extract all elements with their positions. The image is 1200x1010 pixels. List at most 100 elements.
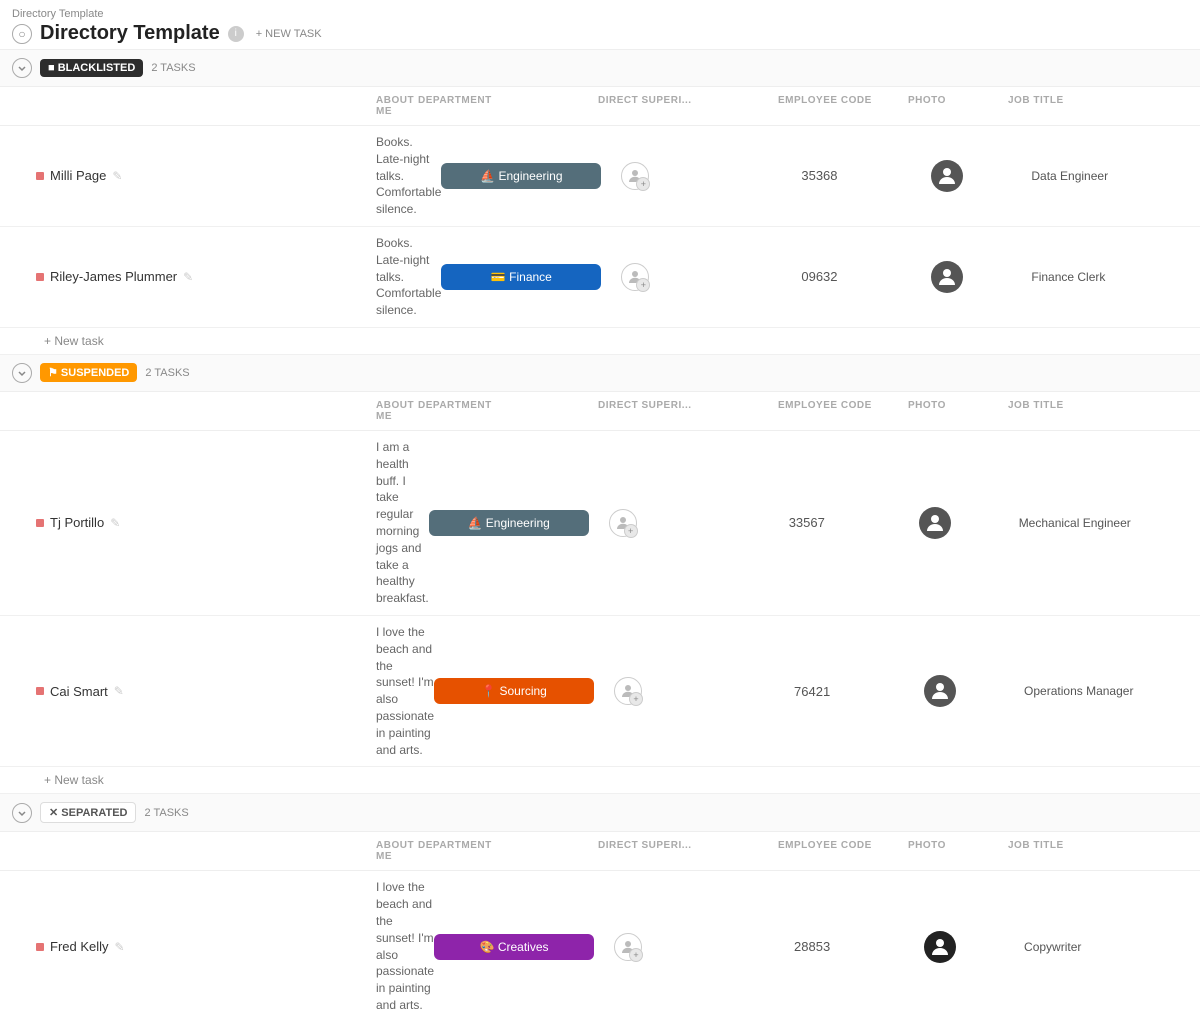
col-header-2: DIRECT SUPERI...: [598, 396, 778, 426]
supervisor-add-btn[interactable]: +: [629, 948, 643, 962]
edit-icon[interactable]: ✎: [112, 169, 122, 183]
supervisor-cell[interactable]: +: [614, 933, 794, 961]
employee-code: 09632: [801, 269, 931, 284]
avatar: [931, 261, 963, 293]
table-row: Riley-James Plummer✎Books. Late-night ta…: [0, 227, 1200, 328]
col-header-3: EMPLOYEE CODE: [778, 836, 908, 866]
avatar: [919, 507, 951, 539]
tasks-count-blacklisted: 2 TASKS: [151, 62, 195, 74]
section-header-separated: ✕ SEPARATED 2 TASKS: [0, 794, 1200, 832]
col-header-0: ABOUT ME: [376, 91, 418, 121]
job-title: Copywriter: [1024, 940, 1200, 954]
supervisor-cell[interactable]: +: [609, 509, 789, 537]
status-badge-blacklisted: ■ BLACKLISTED: [40, 59, 143, 77]
employee-code: 76421: [794, 684, 924, 699]
about-cell: Books. Late-night talks. Comfortable sil…: [376, 126, 441, 226]
col-header-3: EMPLOYEE CODE: [778, 91, 908, 121]
avatar: [931, 160, 963, 192]
job-title: Operations Manager: [1024, 684, 1200, 698]
new-task-btn-blacklisted[interactable]: + New task: [0, 328, 1200, 355]
collapse-btn-blacklisted[interactable]: [12, 58, 32, 78]
supervisor-icon: +: [621, 263, 649, 291]
col-header-2: DIRECT SUPERI...: [598, 91, 778, 121]
info-icon[interactable]: i: [228, 26, 244, 42]
new-task-header-btn[interactable]: + NEW TASK: [256, 28, 322, 40]
tasks-count-separated: 2 TASKS: [144, 807, 188, 819]
page-collapse-btn[interactable]: ○: [12, 24, 32, 44]
name-cell: Milli Page ✎: [36, 168, 376, 183]
supervisor-add-btn[interactable]: +: [636, 177, 650, 191]
name-cell: Tj Portillo ✎: [36, 515, 376, 530]
status-badge-suspended: ⚑ SUSPENDED: [40, 363, 137, 382]
section-suspended: ⚑ SUSPENDED2 TASKSABOUT MEDEPARTMENTDIRE…: [0, 355, 1200, 794]
col-header-5: JOB TITLE: [1008, 836, 1188, 866]
about-cell: I love the beach and the sunset! I'm als…: [376, 871, 434, 1010]
table-row: Cai Smart✎I love the beach and the sunse…: [0, 616, 1200, 767]
page-header: Directory Template ○ Directory Template …: [0, 0, 1200, 50]
page-title: Directory Template: [40, 22, 220, 45]
edit-icon[interactable]: ✎: [115, 940, 125, 954]
col-header-5: JOB TITLE: [1008, 396, 1188, 426]
department-badge[interactable]: 📍 Sourcing: [434, 678, 594, 704]
name-cell: Riley-James Plummer ✎: [36, 269, 376, 284]
photo-cell: [924, 675, 1024, 707]
employee-name: Milli Page: [50, 168, 106, 183]
department-cell: ⛵ Engineering: [429, 510, 609, 536]
name-cell: Cai Smart✎: [36, 684, 376, 699]
supervisor-cell[interactable]: +: [614, 677, 794, 705]
section-header-blacklisted: ■ BLACKLISTED 2 TASKS: [0, 50, 1200, 87]
name-cell: Fred Kelly ✎: [36, 939, 376, 954]
col-header-0: ABOUT ME: [376, 836, 418, 866]
edit-icon[interactable]: ✎: [110, 516, 120, 530]
job-title: Mechanical Engineer: [1019, 516, 1199, 530]
col-header-name: [36, 91, 376, 121]
supervisor-add-btn[interactable]: +: [636, 278, 650, 292]
employee-name: Tj Portillo: [50, 515, 104, 530]
department-cell: 💳 Finance: [441, 264, 621, 290]
row-indicator: [36, 943, 44, 951]
supervisor-cell[interactable]: +: [621, 263, 801, 291]
supervisor-cell[interactable]: +: [621, 162, 801, 190]
collapse-btn-suspended[interactable]: [12, 363, 32, 383]
new-task-btn-suspended[interactable]: + New task: [0, 767, 1200, 794]
row-indicator: [36, 273, 44, 281]
department-badge[interactable]: ⛵ Engineering: [441, 163, 601, 189]
about-cell: I love the beach and the sunset! I'm als…: [376, 616, 434, 766]
col-header-1: DEPARTMENT: [418, 91, 598, 121]
department-badge[interactable]: 💳 Finance: [441, 264, 601, 290]
table-row: Fred Kelly ✎ I love the beach and the suns…: [0, 871, 1200, 1010]
photo-cell: [919, 507, 1019, 539]
table-header-blacklisted: ABOUT MEDEPARTMENTDIRECT SUPERI...EMPLOY…: [0, 87, 1200, 126]
supervisor-icon: +: [609, 509, 637, 537]
edit-icon[interactable]: ✎: [183, 270, 193, 284]
employee-name: Fred Kelly: [50, 939, 109, 954]
supervisor-icon: +: [614, 933, 642, 961]
col-header-name: [36, 396, 376, 426]
table-row: Tj Portillo✎I am a health buff. I take r…: [0, 431, 1200, 616]
col-header-name: [36, 836, 376, 866]
avatar: [924, 675, 956, 707]
supervisor-icon: +: [621, 162, 649, 190]
col-header-4: PHOTO: [908, 396, 1008, 426]
employee-name: Riley-James Plummer: [50, 269, 177, 284]
row-indicator: [36, 519, 44, 527]
department-badge[interactable]: 🎨 Creatives: [434, 934, 594, 960]
employee-code: 35368: [801, 168, 931, 183]
supervisor-add-btn[interactable]: +: [624, 524, 638, 538]
employee-code: 33567: [789, 515, 919, 530]
department-badge[interactable]: ⛵ Engineering: [429, 510, 589, 536]
supervisor-add-btn[interactable]: +: [629, 692, 643, 706]
job-title: Finance Clerk: [1031, 270, 1200, 284]
job-title: Data Engineer: [1031, 169, 1200, 183]
photo-cell: [931, 261, 1031, 293]
row-indicator: [36, 172, 44, 180]
col-header-5: JOB TITLE: [1008, 91, 1188, 121]
department-cell: 🎨 Creatives: [434, 934, 614, 960]
status-badge-separated: ✕ SEPARATED: [40, 802, 136, 823]
col-header-1: DEPARTMENT: [418, 396, 598, 426]
edit-icon[interactable]: ✎: [114, 684, 124, 698]
photo-cell: [931, 160, 1031, 192]
department-cell: ⛵ Engineering: [441, 163, 621, 189]
avatar: [924, 931, 956, 963]
collapse-btn-separated[interactable]: [12, 803, 32, 823]
